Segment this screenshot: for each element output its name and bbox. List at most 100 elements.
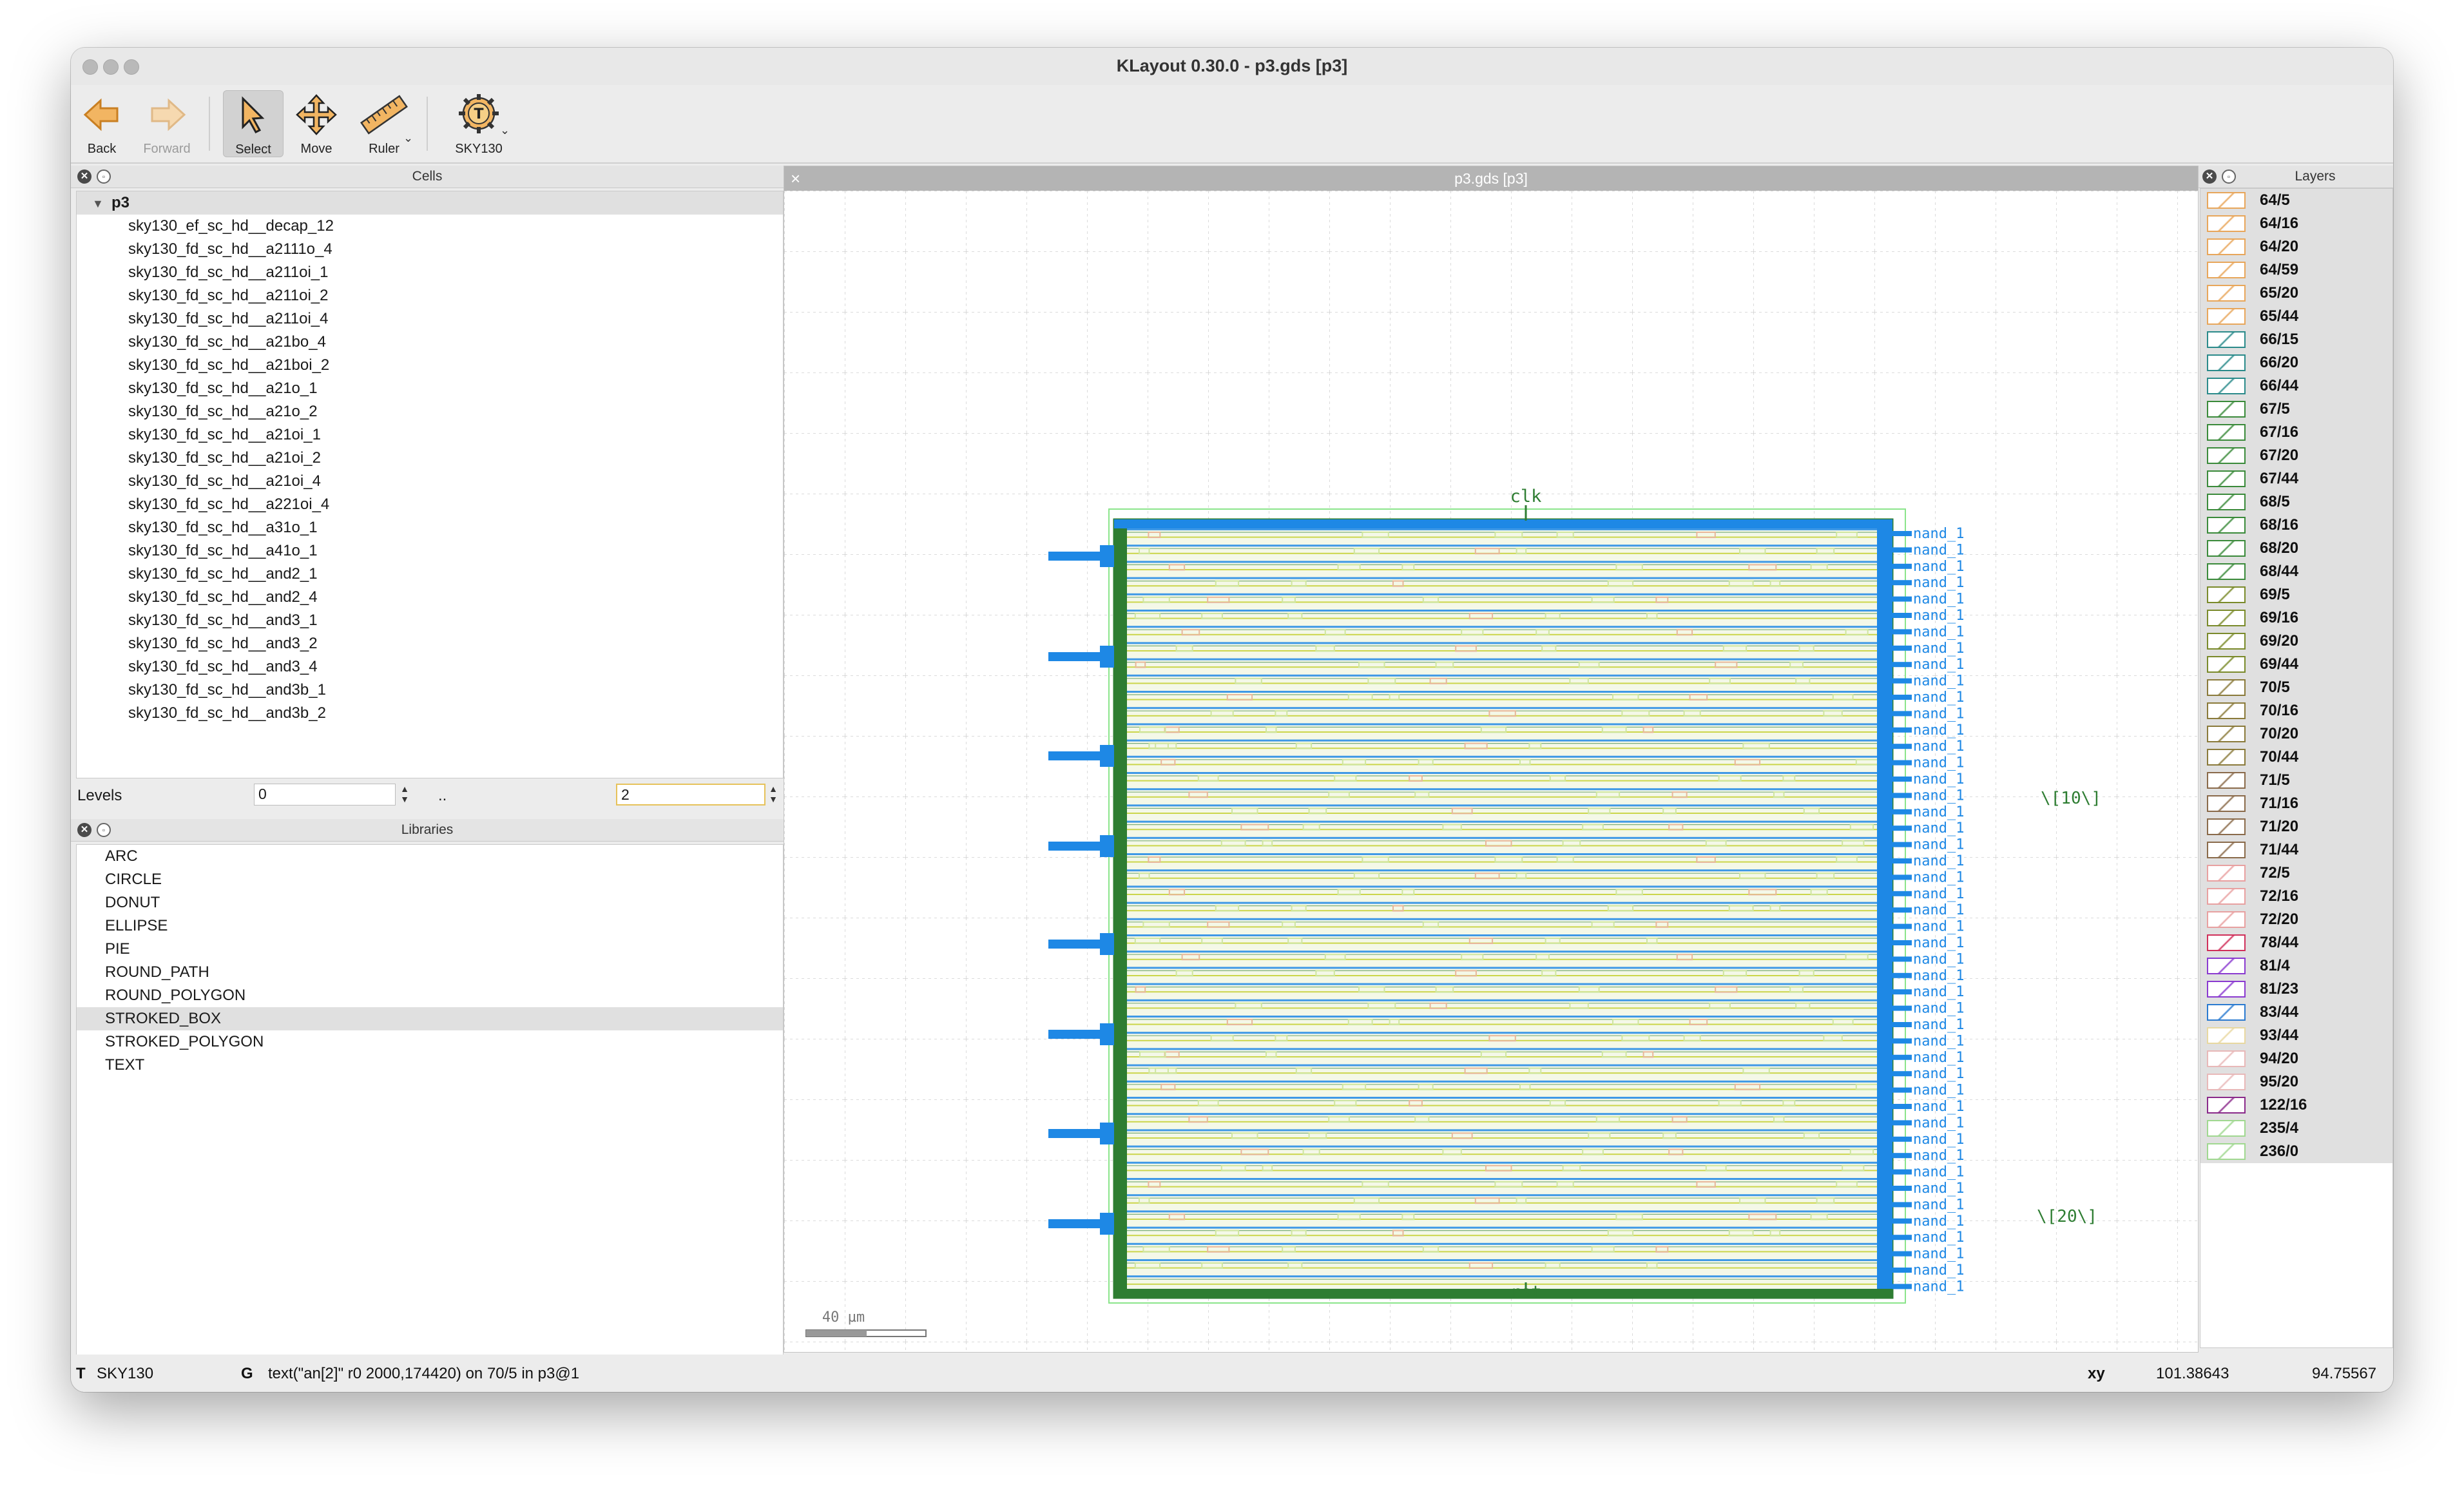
layer-row[interactable]: 65/44 <box>2200 305 2392 328</box>
library-list[interactable]: ARC CIRCLE DONUT ELLIPSE PIE ROUND_PATH ROUND_… <box>76 844 784 1392</box>
library-item[interactable]: PIE <box>77 938 783 961</box>
layer-color-swatch[interactable] <box>2207 494 2246 510</box>
cell-item[interactable]: sky130_fd_sc_hd__a31o_1 <box>77 516 783 539</box>
layer-row[interactable]: 72/5 <box>2200 862 2392 885</box>
move-tool-button[interactable]: Move <box>286 90 347 157</box>
layer-color-swatch[interactable] <box>2207 308 2246 325</box>
library-item[interactable]: STROKED_BOX <box>77 1007 783 1030</box>
layer-color-swatch[interactable] <box>2207 981 2246 998</box>
layer-row[interactable]: 83/44 <box>2200 1001 2392 1024</box>
ruler-tool-button[interactable]: Ruler <box>352 90 416 157</box>
layer-color-swatch[interactable] <box>2207 354 2246 371</box>
layer-color-swatch[interactable] <box>2207 447 2246 464</box>
cell-item[interactable]: sky130_fd_sc_hd__a211oi_4 <box>77 307 783 331</box>
cell-item[interactable]: sky130_fd_sc_hd__a21oi_2 <box>77 447 783 470</box>
layer-row[interactable]: 70/20 <box>2200 722 2392 746</box>
layer-color-swatch[interactable] <box>2207 586 2246 603</box>
layer-color-swatch[interactable] <box>2207 285 2246 302</box>
cell-item[interactable]: sky130_ef_sc_hd__decap_12 <box>77 215 783 238</box>
layer-row[interactable]: 71/5 <box>2200 769 2392 792</box>
layer-color-swatch[interactable] <box>2207 215 2246 232</box>
layer-row[interactable]: 70/16 <box>2200 699 2392 722</box>
layer-color-swatch[interactable] <box>2207 517 2246 534</box>
library-item[interactable]: ROUND_PATH <box>77 961 783 984</box>
layout-tab[interactable]: × p3.gds [p3] <box>784 166 2198 191</box>
library-item[interactable]: ARC <box>77 845 783 868</box>
layer-row[interactable]: 66/15 <box>2200 328 2392 351</box>
layer-row[interactable]: 69/16 <box>2200 606 2392 630</box>
layer-row[interactable]: 81/4 <box>2200 954 2392 978</box>
layer-color-swatch[interactable] <box>2207 911 2246 928</box>
layer-color-swatch[interactable] <box>2207 633 2246 650</box>
cell-item[interactable]: sky130_fd_sc_hd__a21boi_2 <box>77 354 783 377</box>
cell-item[interactable]: sky130_fd_sc_hd__a221oi_4 <box>77 493 783 516</box>
layer-row[interactable]: 69/20 <box>2200 630 2392 653</box>
layer-color-swatch[interactable] <box>2207 1143 2246 1160</box>
cell-item[interactable]: sky130_fd_sc_hd__a211oi_1 <box>77 261 783 284</box>
layer-color-swatch[interactable] <box>2207 934 2246 951</box>
layer-color-swatch[interactable] <box>2207 470 2246 487</box>
layer-color-swatch[interactable] <box>2207 1120 2246 1137</box>
layer-color-swatch[interactable] <box>2207 865 2246 882</box>
select-tool-button[interactable]: Select <box>223 90 284 157</box>
layer-row[interactable]: 67/20 <box>2200 444 2392 467</box>
layer-color-swatch[interactable] <box>2207 702 2246 719</box>
layer-color-swatch[interactable] <box>2207 238 2246 255</box>
library-item[interactable]: STROKED_POLYGON <box>77 1030 783 1054</box>
forward-button[interactable]: Forward <box>137 90 197 157</box>
layout-canvas[interactable]: clk rst \[10\] \[20\] nand_1 nand_1 nand_1… <box>784 191 2198 1352</box>
layer-row[interactable]: 65/20 <box>2200 282 2392 305</box>
layer-color-swatch[interactable] <box>2207 401 2246 418</box>
layer-color-swatch[interactable] <box>2207 610 2246 626</box>
layer-row[interactable]: 66/20 <box>2200 351 2392 374</box>
layer-color-swatch[interactable] <box>2207 795 2246 812</box>
layer-color-swatch[interactable] <box>2207 540 2246 557</box>
layer-row[interactable]: 68/20 <box>2200 537 2392 560</box>
layer-row[interactable]: 71/20 <box>2200 815 2392 838</box>
level-max-input[interactable]: 2 <box>616 784 765 806</box>
library-item[interactable]: ELLIPSE <box>77 914 783 938</box>
level-max-spinner-icon[interactable]: ▲ ▼ <box>767 784 780 806</box>
layer-row[interactable]: 235/4 <box>2200 1117 2392 1140</box>
layer-color-swatch[interactable] <box>2207 563 2246 580</box>
layer-row[interactable]: 67/5 <box>2200 398 2392 421</box>
layer-color-swatch[interactable] <box>2207 679 2246 696</box>
layer-row[interactable]: 67/16 <box>2200 421 2392 444</box>
layer-row[interactable]: 64/16 <box>2200 212 2392 235</box>
layer-row[interactable]: 68/44 <box>2200 560 2392 583</box>
cell-item[interactable]: sky130_fd_sc_hd__and3b_2 <box>77 702 783 725</box>
layer-color-swatch[interactable] <box>2207 1097 2246 1114</box>
layer-row[interactable]: 93/44 <box>2200 1024 2392 1047</box>
expanded-triangle-icon[interactable]: ▼ <box>92 192 111 215</box>
layer-color-swatch[interactable] <box>2207 1027 2246 1044</box>
layer-color-swatch[interactable] <box>2207 818 2246 835</box>
cell-item[interactable]: sky130_fd_sc_hd__a21oi_4 <box>77 470 783 493</box>
layers-float-icon[interactable]: ▫ <box>2222 169 2236 184</box>
cell-item[interactable]: sky130_fd_sc_hd__a41o_1 <box>77 539 783 563</box>
layer-color-swatch[interactable] <box>2207 262 2246 278</box>
level-min-spinner-icon[interactable]: ▲ ▼ <box>398 784 411 806</box>
cell-root-row[interactable]: ▼ p3 <box>77 191 783 215</box>
cell-item[interactable]: sky130_fd_sc_hd__and3_2 <box>77 632 783 655</box>
cell-item[interactable]: sky130_fd_sc_hd__and2_1 <box>77 563 783 586</box>
layer-row[interactable]: 67/44 <box>2200 467 2392 490</box>
layer-color-swatch[interactable] <box>2207 1050 2246 1067</box>
layer-color-swatch[interactable] <box>2207 842 2246 858</box>
cell-item[interactable]: sky130_fd_sc_hd__a2111o_4 <box>77 238 783 261</box>
library-item[interactable]: CIRCLE <box>77 868 783 891</box>
layers-close-icon[interactable]: ✕ <box>2202 169 2217 184</box>
cell-item[interactable]: sky130_fd_sc_hd__a21bo_4 <box>77 331 783 354</box>
layer-row[interactable]: 64/59 <box>2200 258 2392 282</box>
layer-row[interactable]: 70/5 <box>2200 676 2392 699</box>
layer-row[interactable]: 72/16 <box>2200 885 2392 908</box>
cell-item[interactable]: sky130_fd_sc_hd__and3_1 <box>77 609 783 632</box>
layer-row[interactable]: 64/20 <box>2200 235 2392 258</box>
cell-item[interactable]: sky130_fd_sc_hd__and2_4 <box>77 586 783 609</box>
cell-item[interactable]: sky130_fd_sc_hd__and3_4 <box>77 655 783 679</box>
layer-color-swatch[interactable] <box>2207 424 2246 441</box>
library-item[interactable]: TEXT <box>77 1054 783 1077</box>
cell-item[interactable]: sky130_fd_sc_hd__a21oi_1 <box>77 423 783 447</box>
ruler-dropdown-chevron-icon[interactable]: ⌄ <box>403 131 413 145</box>
level-min-input[interactable]: 0 <box>254 784 396 806</box>
layer-row[interactable]: 94/20 <box>2200 1047 2392 1070</box>
